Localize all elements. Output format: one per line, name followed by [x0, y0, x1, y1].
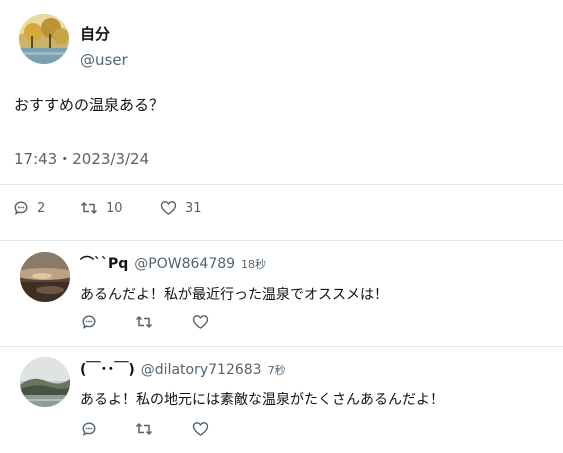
- divider: [0, 240, 563, 241]
- reply-icon: [81, 314, 97, 330]
- heart-icon: [192, 421, 209, 437]
- reply-button[interactable]: [79, 419, 99, 439]
- reply-avatar[interactable]: [20, 252, 70, 302]
- reply-author-handle[interactable]: @POW864789: [134, 256, 235, 272]
- retweet-icon: [135, 421, 153, 437]
- reply-count: 2: [37, 200, 46, 216]
- like-count: 31: [185, 200, 202, 216]
- like-button[interactable]: [190, 312, 210, 332]
- reply-author-name[interactable]: ⌒``Pq: [80, 253, 128, 273]
- heart-icon: [192, 314, 209, 330]
- author-name[interactable]: 自分: [80, 23, 110, 44]
- retweet-count: 10: [106, 200, 123, 216]
- reply-header: (￣･･￣) @dilatory712683 7秒: [80, 359, 286, 379]
- reply-author-name[interactable]: (￣･･￣): [80, 359, 135, 379]
- heart-icon: [160, 200, 177, 216]
- retweet-stat[interactable]: 10: [80, 200, 123, 216]
- retweet-icon: [135, 314, 153, 330]
- reply-header: ⌒``Pq @POW864789 18秒: [80, 253, 266, 273]
- reply-timestamp[interactable]: 7秒: [268, 362, 286, 378]
- like-button[interactable]: [190, 419, 210, 439]
- reply-text: あるよ！私の地元には素敵な温泉がたくさんあるんだよ！: [80, 392, 444, 408]
- reply-icon: [81, 421, 97, 437]
- divider: [0, 346, 563, 347]
- reply-stat[interactable]: 2: [13, 200, 45, 216]
- reply-timestamp[interactable]: 18秒: [241, 256, 266, 272]
- retweet-button[interactable]: [134, 419, 154, 439]
- reply-button[interactable]: [79, 312, 99, 332]
- reply-author-handle[interactable]: @dilatory712683: [141, 362, 262, 378]
- tweet-text: おすすめの温泉ある？: [14, 96, 165, 114]
- author-handle[interactable]: @user: [80, 51, 128, 69]
- retweet-icon: [80, 200, 98, 216]
- reply-text: あるんだよ！私が最近行った温泉でオススメは！: [80, 287, 388, 303]
- author-avatar[interactable]: [19, 14, 69, 64]
- like-stat[interactable]: 31: [160, 200, 202, 216]
- reply-icon: [13, 200, 29, 216]
- tweet-timestamp[interactable]: 17:43・2023/3/24: [14, 148, 149, 169]
- reply-avatar[interactable]: [20, 357, 70, 407]
- retweet-button[interactable]: [134, 312, 154, 332]
- divider: [0, 184, 563, 185]
